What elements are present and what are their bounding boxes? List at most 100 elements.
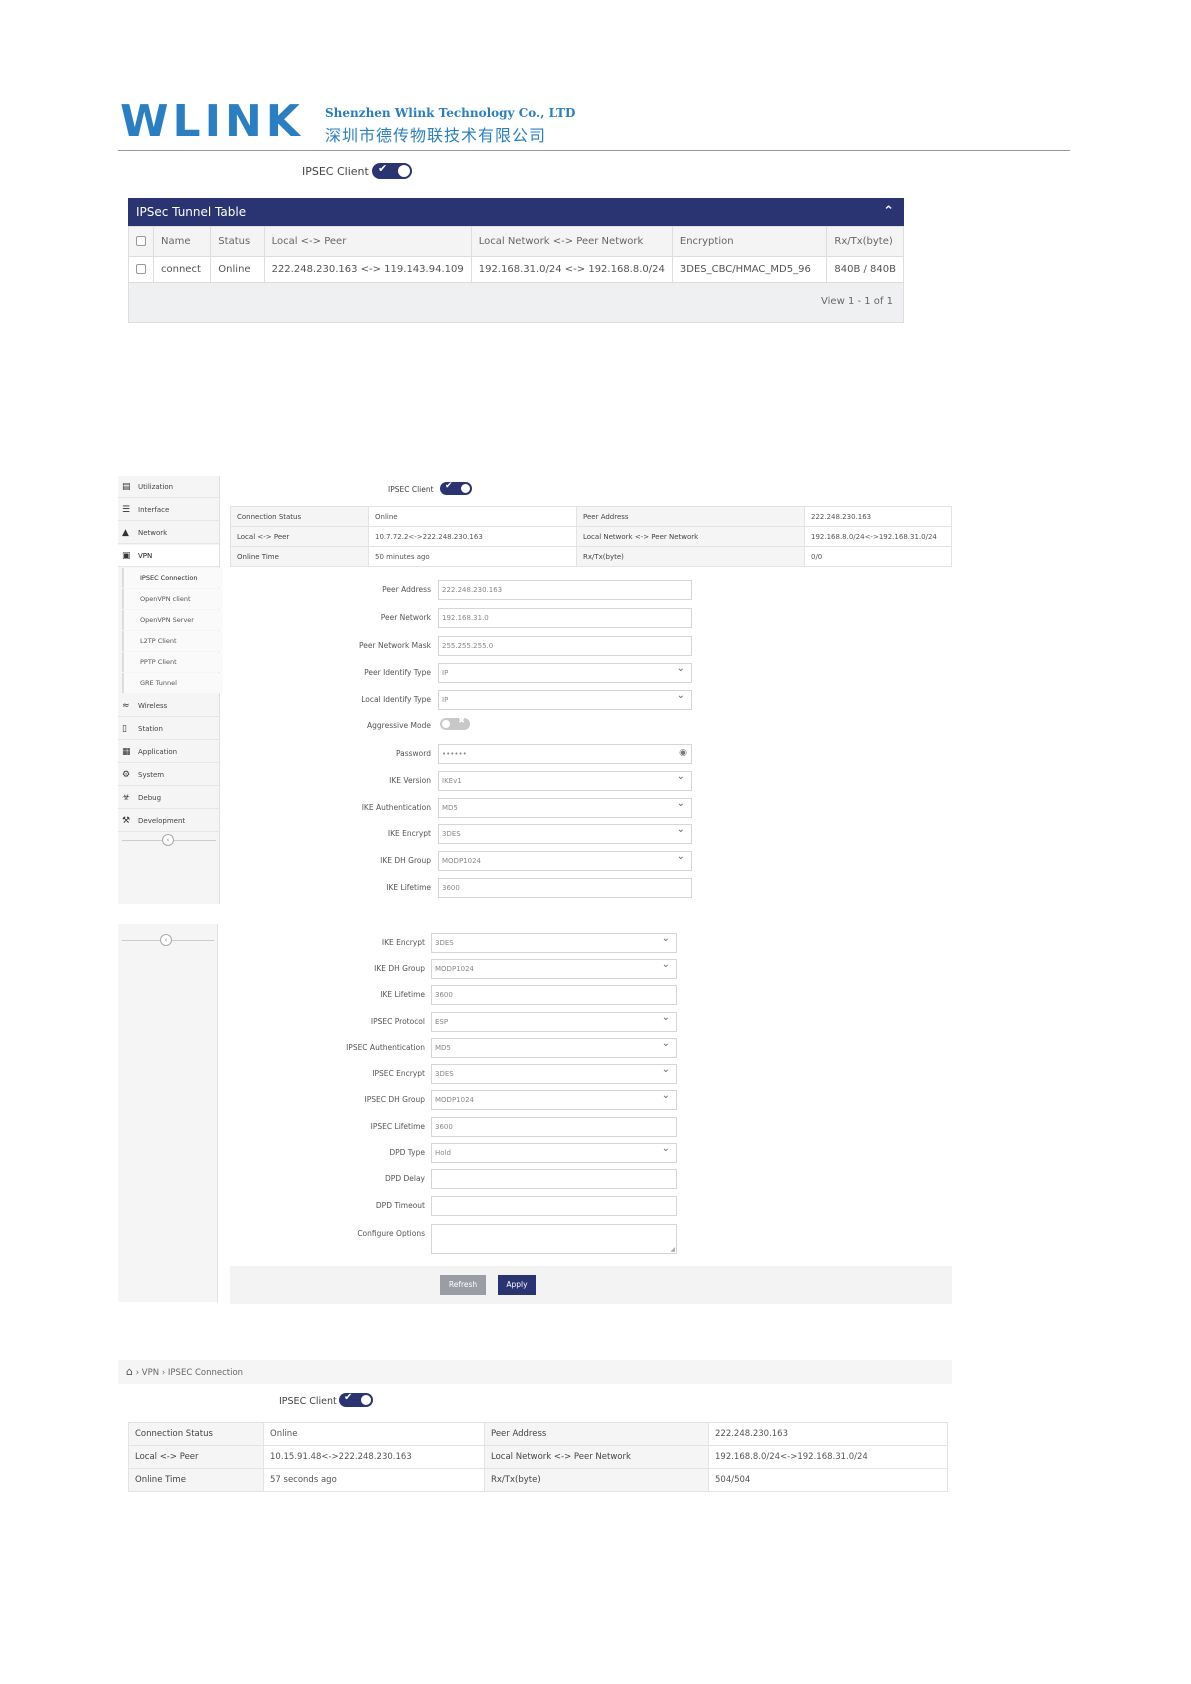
- ike-encrypt-label: IKE Encrypt: [381, 938, 425, 947]
- breadcrumb-vpn[interactable]: VPN: [142, 1368, 159, 1378]
- sidebar-item-network[interactable]: ▲ Network: [118, 522, 219, 544]
- sidebar-sub-gre-tunnel[interactable]: GRE Tunnel: [122, 673, 223, 693]
- ike-dh-group-label: IKE DH Group: [374, 964, 425, 973]
- sidebar-sub-openvpn-server[interactable]: OpenVPN Server: [122, 610, 223, 630]
- sidebar-item-system[interactable]: ⚙ System: [118, 764, 219, 786]
- peer-network-input[interactable]: 192.168.31.0: [438, 608, 692, 628]
- list-icon: ☰: [122, 505, 131, 515]
- status-key: Online Time: [128, 1468, 264, 1492]
- home-icon[interactable]: ⌂: [126, 1365, 133, 1378]
- lock-icon: ▣: [122, 551, 131, 561]
- table-row[interactable]: connect Online 222.248.230.163 <-> 119.1…: [128, 256, 904, 283]
- column-header[interactable]: Name: [152, 226, 212, 257]
- ike-encrypt-select[interactable]: 3DES: [438, 824, 692, 844]
- hammer-icon: ⚒: [122, 816, 131, 826]
- status-key: Rx/Tx(byte): [576, 546, 805, 567]
- company-name-en: Shenzhen Wlink Technology Co., LTD: [325, 106, 576, 120]
- chevron-up-icon[interactable]: ⌃: [883, 198, 894, 226]
- sidebar-item-station[interactable]: ▯ Station: [118, 718, 219, 740]
- ipsec-tunnel-table: IPSec Tunnel Table ⌃ Name Status Local <…: [128, 198, 904, 323]
- refresh-button[interactable]: Refresh: [440, 1275, 486, 1295]
- collapse-sidebar-icon[interactable]: ‹: [160, 934, 172, 946]
- dpd-delay-label: DPD Delay: [385, 1174, 425, 1183]
- password-input[interactable]: •••••• ◉: [438, 744, 692, 764]
- status-value: 10.15.91.48<->222.248.230.163: [263, 1445, 485, 1469]
- status-value: 504/504: [708, 1468, 948, 1492]
- peer-network-label: Peer Network: [380, 613, 431, 622]
- dpd-type-label: DPD Type: [389, 1148, 425, 1157]
- ike-authentication-select[interactable]: MD5: [438, 798, 692, 818]
- cell-status: Online: [210, 256, 265, 283]
- sidebar-item-wireless[interactable]: ≈ Wireless: [118, 695, 219, 717]
- check-icon: ✔: [344, 1392, 353, 1403]
- ike-encrypt-select[interactable]: 3DES: [431, 933, 677, 953]
- status-value: 222.248.230.163: [804, 506, 952, 527]
- status-key: Local Network <-> Peer Network: [484, 1445, 709, 1469]
- status-value: 50 minutes ago: [368, 546, 577, 567]
- ipsec-protocol-select[interactable]: ESP: [431, 1012, 677, 1032]
- company-name-cn: 深圳市德传物联技术有限公司: [325, 126, 547, 145]
- column-header[interactable]: Status: [210, 226, 265, 257]
- status-value: 222.248.230.163: [708, 1422, 948, 1446]
- gear-icon: ⚙: [122, 770, 131, 780]
- aggressive-mode-label: Aggressive Mode: [367, 721, 431, 730]
- select-all-checkbox[interactable]: [136, 236, 146, 246]
- dpd-delay-input[interactable]: [431, 1169, 677, 1189]
- sidebar-item-utilization[interactable]: ▤ Utilization: [118, 476, 219, 498]
- aggressive-mode-toggle[interactable]: ✖: [440, 716, 470, 730]
- peer-address-input[interactable]: 222.248.230.163: [438, 580, 692, 600]
- peer-identify-type-select[interactable]: IP: [438, 663, 692, 683]
- ike-encrypt-label: IKE Encrypt: [387, 829, 431, 838]
- column-header[interactable]: Encryption: [671, 226, 828, 257]
- peer-network-mask-input[interactable]: 255.255.255.0: [438, 636, 692, 656]
- status-key: Connection Status: [230, 506, 369, 527]
- ipsec-lifetime-input[interactable]: 3600: [431, 1117, 677, 1137]
- ike-dh-group-select[interactable]: MODP1024: [438, 851, 692, 871]
- ike-lifetime-input[interactable]: 3600: [438, 878, 692, 898]
- dpd-timeout-input[interactable]: [431, 1196, 677, 1216]
- apply-button[interactable]: Apply: [498, 1275, 536, 1295]
- status-key: Local <-> Peer: [230, 526, 369, 547]
- sidebar-item-vpn[interactable]: ▣ VPN: [118, 545, 219, 567]
- local-identify-type-select[interactable]: IP: [438, 690, 692, 710]
- ipsec-client-toggle[interactable]: ✔: [372, 162, 412, 179]
- peer-identify-type-label: Peer Identify Type: [364, 668, 431, 677]
- column-header[interactable]: Rx/Tx(byte): [826, 226, 904, 257]
- cell-local-peer: 222.248.230.163 <-> 119.143.94.109: [263, 256, 472, 283]
- collapse-sidebar-icon[interactable]: ‹: [162, 834, 174, 846]
- ipsec-client-toggle[interactable]: ✔: [339, 1392, 373, 1407]
- sidebar-sub-ipsec-connection[interactable]: IPSEC Connection: [122, 568, 223, 588]
- ipsec-encrypt-select[interactable]: 3DES: [431, 1064, 677, 1084]
- sidebar-item-application[interactable]: ▦ Application: [118, 741, 219, 763]
- check-icon: ✔: [378, 162, 388, 175]
- status-value: 0/0: [804, 546, 952, 567]
- sidebar-nav: ▤ Utilization ☰ Interface ▲ Network ▣ VPN IP…: [118, 476, 223, 904]
- sidebar-sub-openvpn-client[interactable]: OpenVPN client: [122, 589, 223, 609]
- sidebar-sub-pptp-client[interactable]: PPTP Client: [122, 652, 223, 672]
- local-identify-type-label: Local Identify Type: [361, 695, 431, 704]
- ipsec-authentication-select[interactable]: MD5: [431, 1038, 677, 1058]
- ike-version-select[interactable]: IKEv1: [438, 771, 692, 791]
- status-key: Connection Status: [128, 1422, 264, 1446]
- cell-networks: 192.168.31.0/24 <-> 192.168.8.0/24: [470, 256, 673, 283]
- connection-status-table: Connection Status Online Peer Address 222.2…: [230, 506, 952, 567]
- column-header[interactable]: Local <-> Peer: [263, 226, 472, 257]
- eye-icon[interactable]: ◉: [679, 748, 687, 758]
- ipsec-client-toggle[interactable]: ✔: [440, 481, 472, 495]
- sidebar-item-debug[interactable]: ☣ Debug: [118, 787, 219, 809]
- sidebar-item-development[interactable]: ⚒ Development: [118, 810, 219, 832]
- chart-icon: ▤: [122, 482, 131, 492]
- ike-dh-group-select[interactable]: MODP1024: [431, 959, 677, 979]
- sidebar-sub-l2tp-client[interactable]: L2TP Client: [122, 631, 223, 651]
- breadcrumb-ipsec-connection: IPSEC Connection: [167, 1368, 244, 1378]
- ipsec-dh-group-select[interactable]: MODP1024: [431, 1090, 677, 1110]
- ike-lifetime-label: IKE Lifetime: [380, 990, 425, 999]
- configure-options-textarea[interactable]: [431, 1224, 677, 1254]
- dpd-type-select[interactable]: Hold: [431, 1143, 677, 1163]
- sidebar-item-interface[interactable]: ☰ Interface: [118, 499, 219, 521]
- column-header[interactable]: Local Network <-> Peer Network: [470, 226, 673, 257]
- dpd-timeout-label: DPD Timeout: [375, 1201, 425, 1210]
- row-checkbox[interactable]: [136, 264, 146, 274]
- ike-lifetime-input[interactable]: 3600: [431, 985, 677, 1005]
- connection-status-table: Connection Status Online Peer Address 222.2…: [128, 1422, 948, 1492]
